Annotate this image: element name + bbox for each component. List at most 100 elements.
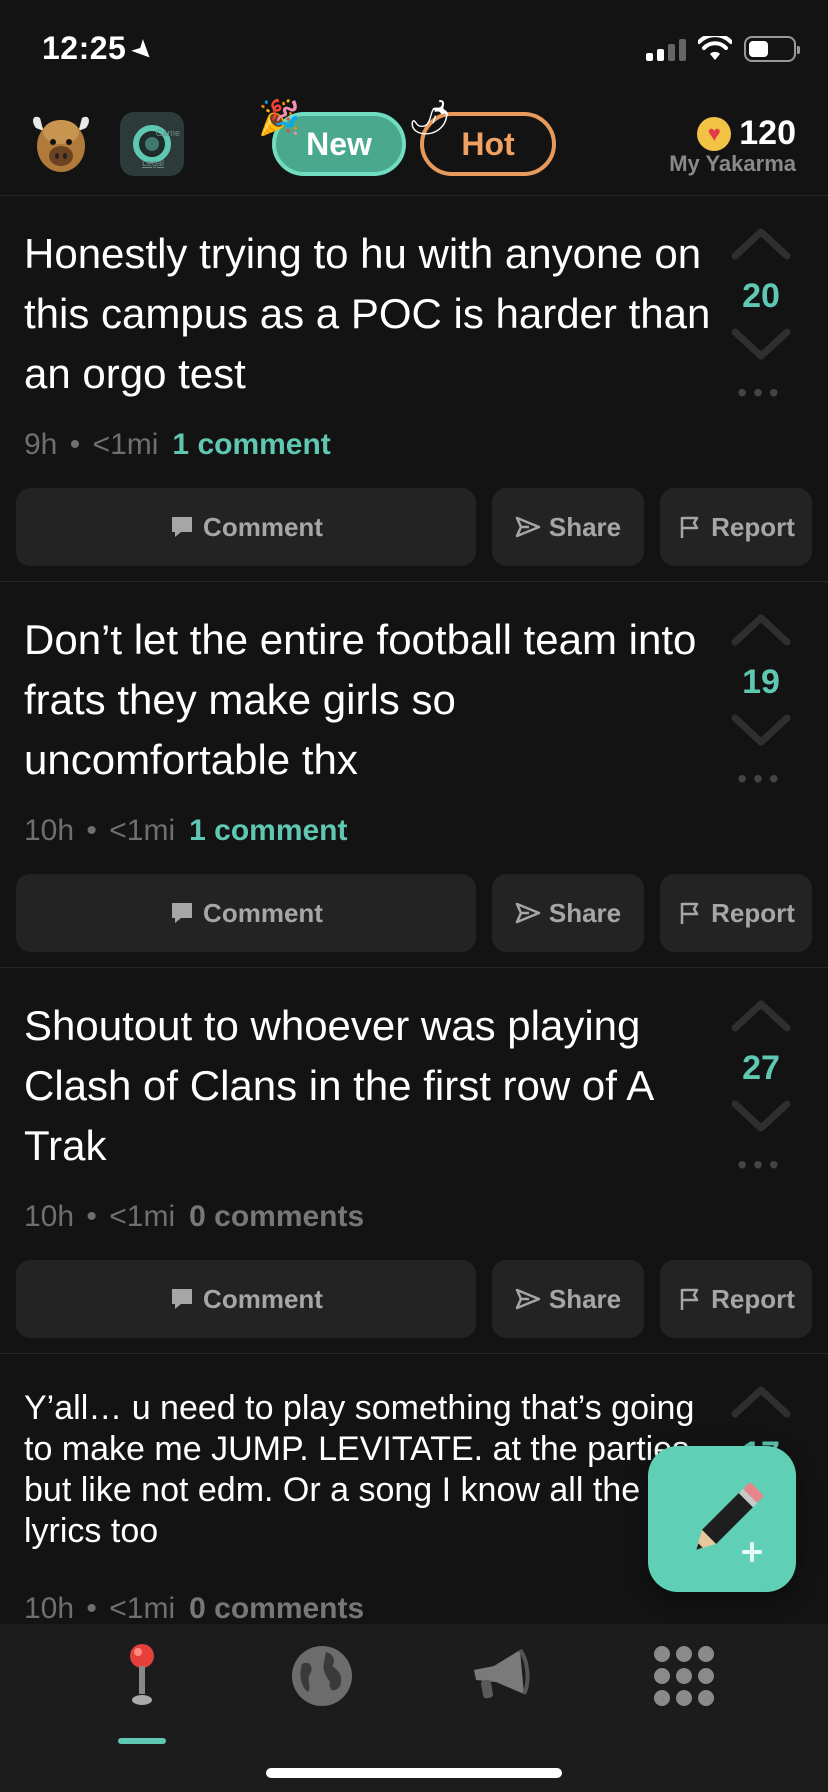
comment-count-link[interactable]: 1 comment (172, 428, 330, 461)
share-label: Share (548, 511, 622, 542)
downvote-chevron-icon[interactable] (731, 714, 791, 748)
upvote-chevron-icon[interactable] (731, 226, 791, 260)
nav-more[interactable] (634, 1640, 734, 1750)
karma-label: My Yakarma (669, 151, 796, 176)
comment-button[interactable]: Comment (16, 1260, 476, 1338)
post-text[interactable]: Shoutout to whoever was playing Clash of… (24, 996, 714, 1176)
post-distance: <1mi (109, 814, 176, 847)
comment-button[interactable]: Comment (16, 874, 476, 952)
upvote-chevron-icon[interactable] (731, 1384, 791, 1418)
share-button[interactable]: Share (492, 488, 644, 566)
top-header: Game Legal New 🎉 Hot 🌶 ♥ 120 My Yakarma (0, 99, 828, 196)
post-text[interactable]: Y’all… u need to play something that’s g… (24, 1388, 714, 1552)
share-button[interactable]: Share (492, 874, 644, 952)
speech-bubble-icon (172, 903, 193, 923)
post-actions: Comment Share Report (16, 488, 812, 566)
comment-count-link[interactable]: 0 comments (189, 1592, 364, 1624)
pencil-plus-icon (696, 1483, 763, 1562)
megaphone-icon (474, 1648, 530, 1699)
upvote-chevron-icon[interactable] (731, 998, 791, 1032)
post-meta: 10h • <1mi 1 comment (24, 814, 348, 847)
yak-avatar-icon[interactable] (28, 110, 94, 176)
post-meta: 10h • <1mi 0 comments (24, 1592, 365, 1624)
wifi-icon (698, 36, 732, 60)
chili-pepper-icon: 🌶 (408, 99, 452, 137)
legal-top-text: Game (155, 128, 180, 138)
post-text[interactable]: Don’t let the entire football team into … (24, 610, 714, 790)
downvote-chevron-icon[interactable] (731, 1100, 791, 1134)
party-popper-icon: 🎉 (258, 99, 301, 137)
comment-label: Comment (203, 511, 323, 542)
flag-icon (680, 1288, 699, 1310)
post-age: 10h (24, 1592, 75, 1624)
post-age: 9h (24, 428, 58, 461)
comment-label: Comment (203, 897, 323, 928)
more-options-icon[interactable]: ••• (718, 763, 804, 795)
post-meta: 10h • <1mi 0 comments (24, 1200, 365, 1233)
cellular-signal-icon (646, 37, 686, 61)
status-bar: 12:25➤ (0, 0, 828, 100)
post-text[interactable]: Honestly trying to hu with anyone on thi… (24, 224, 714, 404)
comment-label: Comment (203, 1283, 323, 1314)
battery-icon (744, 36, 800, 62)
post-distance: <1mi (92, 428, 159, 461)
vote-count: 19 (742, 663, 780, 701)
post-feed[interactable]: Honestly trying to hu with anyone on thi… (0, 196, 828, 1624)
report-label: Report (711, 511, 795, 542)
post-age: 10h (24, 1200, 75, 1233)
post-actions: Comment Share Report (16, 1260, 812, 1338)
legal-bottom-text: Legal (142, 158, 165, 168)
clock: 12:25 (42, 30, 127, 66)
heart-icon: ♥ (697, 116, 732, 151)
nav-home[interactable] (92, 1640, 192, 1750)
post-distance: <1mi (109, 1592, 176, 1624)
send-icon (515, 516, 541, 538)
send-icon (515, 902, 541, 924)
share-label: Share (548, 897, 622, 928)
nav-announcements[interactable] (450, 1640, 550, 1750)
vote-control: 20 ••• (718, 226, 804, 409)
legal-game-icon[interactable]: Game Legal (120, 112, 184, 176)
home-indicator (266, 1768, 562, 1778)
more-options-icon[interactable]: ••• (718, 377, 804, 409)
comment-count-link[interactable]: 1 comment (189, 814, 347, 847)
vote-count: 20 (742, 277, 780, 315)
post-age: 10h (24, 814, 75, 847)
post-card[interactable]: Don’t let the entire football team into … (0, 582, 828, 968)
karma-value: 120 (739, 114, 796, 152)
compose-post-button[interactable] (648, 1446, 796, 1592)
report-label: Report (711, 1283, 795, 1314)
more-options-icon[interactable]: ••• (718, 1149, 804, 1181)
status-icons (646, 36, 800, 62)
post-distance: <1mi (109, 1200, 176, 1233)
report-button[interactable]: Report (660, 1260, 812, 1338)
location-arrow-icon: ➤ (125, 31, 163, 69)
upvote-chevron-icon[interactable] (731, 612, 791, 646)
report-label: Report (711, 897, 795, 928)
vote-control: 19 ••• (718, 612, 804, 795)
status-time: 12:25➤ (42, 30, 162, 69)
globe-icon (292, 1646, 352, 1706)
post-card[interactable]: Shoutout to whoever was playing Clash of… (0, 968, 828, 1354)
bottom-nav (0, 1624, 828, 1792)
share-button[interactable]: Share (492, 1260, 644, 1338)
post-meta: 9h • <1mi 1 comment (24, 428, 331, 461)
send-icon (515, 1288, 541, 1310)
vote-control: 27 ••• (718, 998, 804, 1181)
report-button[interactable]: Report (660, 874, 812, 952)
yakarma-display[interactable]: ♥ 120 My Yakarma (669, 114, 796, 177)
downvote-chevron-icon[interactable] (731, 328, 791, 362)
post-card[interactable]: Honestly trying to hu with anyone on thi… (0, 196, 828, 582)
nav-explore[interactable] (272, 1640, 372, 1750)
post-actions: Comment Share Report (16, 874, 812, 952)
flag-icon (680, 516, 699, 538)
comment-button[interactable]: Comment (16, 488, 476, 566)
active-tab-indicator (118, 1738, 166, 1744)
joystick-icon (130, 1644, 154, 1705)
speech-bubble-icon (172, 517, 193, 537)
comment-count-link[interactable]: 0 comments (189, 1200, 364, 1233)
report-button[interactable]: Report (660, 488, 812, 566)
share-label: Share (548, 1283, 622, 1314)
grid-icon (654, 1646, 714, 1706)
speech-bubble-icon (172, 1289, 193, 1309)
